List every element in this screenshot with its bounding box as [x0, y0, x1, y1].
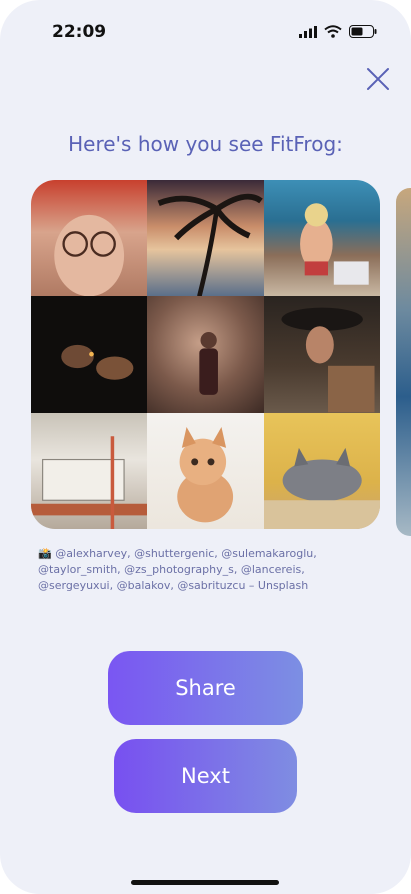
old-woman-photo — [31, 180, 148, 297]
photo-credits: 📸 @alexharvey, @shuttergenic, @sulemakar… — [38, 547, 317, 592]
next-button[interactable]: Next — [114, 739, 297, 813]
share-button[interactable]: Share — [108, 651, 303, 725]
home-indicator[interactable] — [131, 880, 279, 885]
cellular-signal-icon — [299, 25, 317, 38]
woman-rocks-photo — [263, 180, 380, 297]
palm-beach-photo — [147, 180, 264, 297]
battery-icon — [349, 25, 377, 38]
kitten-photo — [147, 412, 264, 529]
photo-grid — [31, 180, 380, 529]
status-icons — [299, 25, 377, 38]
sleeping-cat-photo — [263, 412, 380, 529]
boat-photo — [31, 412, 148, 529]
wifi-icon — [324, 25, 342, 38]
next-card-preview[interactable] — [396, 188, 411, 536]
page-title: Here's how you see FitFrog: — [68, 132, 343, 156]
status-time: 22:09 — [52, 22, 107, 42]
woman-hat-photo — [263, 296, 380, 413]
singer-smoke-photo — [147, 296, 264, 413]
status-bar: 22:09 — [0, 22, 411, 48]
close-icon[interactable] — [365, 66, 391, 92]
app-screen: 22:09 Here's how you see FitFrog: 📸 @ale… — [0, 0, 411, 894]
hands-lighter-photo — [31, 296, 148, 413]
